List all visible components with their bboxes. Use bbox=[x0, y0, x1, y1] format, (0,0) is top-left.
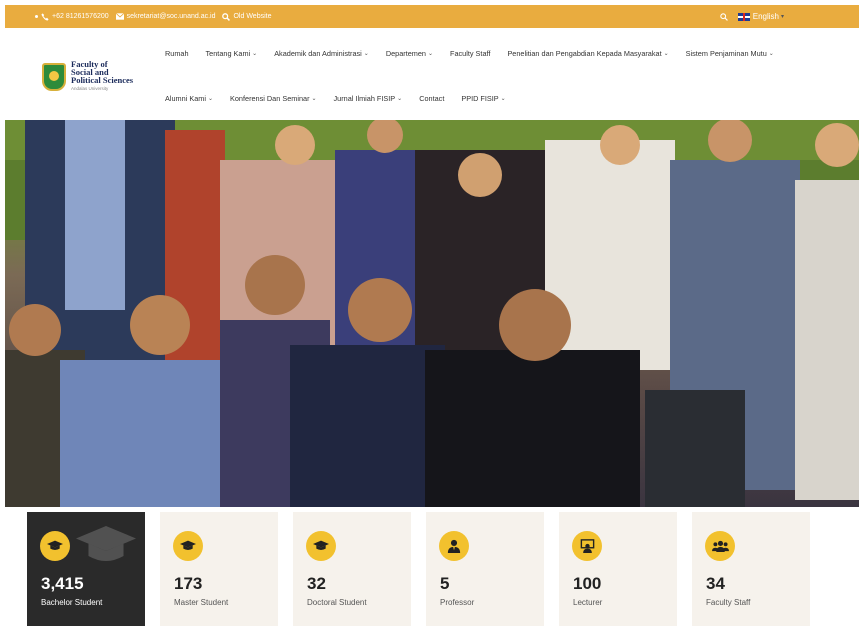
chevron-down-icon: ⌄ bbox=[207, 96, 213, 102]
stat-label: Doctoral Student bbox=[307, 598, 367, 607]
bullet-icon bbox=[35, 15, 38, 18]
email-link[interactable]: sekretariat@soc.unand.ac.id bbox=[115, 13, 216, 20]
graduation-cap-icon bbox=[173, 531, 203, 561]
stat-label: Lecturer bbox=[573, 598, 603, 607]
nav-item-ppid[interactable]: PPID FISIP ⌄ bbox=[461, 94, 505, 103]
stat-card-lecturer[interactable]: 100 Lecturer bbox=[559, 512, 677, 626]
faculty-logo[interactable]: Faculty of Social and Political Sciences… bbox=[42, 60, 133, 93]
chevron-down-icon: ⌄ bbox=[663, 51, 669, 57]
nav-label: Sistem Penjaminan Mutu bbox=[685, 49, 767, 58]
main-nav-row-1: Rumah Tentang Kami ⌄ Akademik dan Adminis… bbox=[165, 49, 791, 58]
stat-value: 100 bbox=[573, 574, 602, 593]
nav-label: Akademik dan Administrasi bbox=[274, 49, 362, 58]
chalkboard-teacher-icon bbox=[572, 531, 602, 561]
university-seal-icon bbox=[42, 62, 66, 91]
logo-text: Faculty of Social and Political Sciences… bbox=[71, 60, 133, 93]
hero-image-students bbox=[5, 120, 859, 507]
chevron-down-icon: ⌄ bbox=[500, 96, 506, 102]
envelope-icon bbox=[115, 13, 124, 20]
nav-item-contact[interactable]: Contact bbox=[419, 94, 444, 103]
site-header: Faculty of Social and Political Sciences… bbox=[5, 28, 859, 120]
nav-item-penjaminan-mutu[interactable]: Sistem Penjaminan Mutu ⌄ bbox=[686, 49, 774, 58]
stat-value: 34 bbox=[706, 574, 725, 593]
graduation-cap-icon bbox=[306, 531, 336, 561]
nav-item-jurnal[interactable]: Jurnal Ilmiah FISIP ⌄ bbox=[334, 94, 403, 103]
nav-item-konferensi[interactable]: Konferensi Dan Seminar ⌄ bbox=[230, 94, 317, 103]
stat-card-bachelor[interactable]: 3,415 Bachelor Student bbox=[27, 512, 145, 626]
nav-label: PPID FISIP bbox=[461, 94, 499, 103]
logo-subtitle: Andalas University bbox=[71, 86, 109, 91]
stat-label: Faculty Staff bbox=[706, 598, 751, 607]
topbar-right: English ▾ bbox=[720, 5, 784, 28]
stat-card-faculty-staff[interactable]: 34 Faculty Staff bbox=[692, 512, 810, 626]
language-selector[interactable]: English ▾ bbox=[737, 12, 784, 21]
graduation-cap-icon bbox=[40, 531, 70, 561]
search-icon[interactable] bbox=[720, 12, 728, 21]
main-nav-row-2: Alumni Kami ⌄ Konferensi Dan Seminar ⌄ Jur… bbox=[165, 94, 523, 103]
nav-label: Konferensi Dan Seminar bbox=[230, 94, 310, 103]
email-text: sekretariat@soc.unand.ac.id bbox=[126, 13, 216, 20]
nav-item-penelitian[interactable]: Penelitian dan Pengabdian Kepada Masyara… bbox=[507, 49, 668, 58]
chevron-down-icon: ⌄ bbox=[768, 51, 774, 57]
uk-flag-icon bbox=[737, 12, 750, 21]
stat-label: Bachelor Student bbox=[41, 598, 103, 607]
nav-label: Faculty Staff bbox=[450, 49, 491, 58]
logo-line: Political Sciences bbox=[71, 75, 134, 85]
user-tie-icon bbox=[439, 531, 469, 561]
stat-value: 5 bbox=[440, 574, 450, 593]
graduation-cap-watermark-icon bbox=[76, 526, 136, 561]
stat-card-doctoral[interactable]: 32 Doctoral Student bbox=[293, 512, 411, 626]
chevron-down-icon: ⌄ bbox=[252, 51, 258, 57]
nav-item-departemen[interactable]: Departemen ⌄ bbox=[386, 49, 433, 58]
stat-card-master[interactable]: 173 Master Student bbox=[160, 512, 278, 626]
search-icon bbox=[222, 12, 231, 21]
nav-label: Contact bbox=[419, 94, 445, 103]
language-label: English bbox=[752, 12, 779, 21]
stat-label: Master Student bbox=[174, 598, 229, 607]
stat-value: 32 bbox=[307, 574, 326, 593]
hero-photo-illustration bbox=[5, 120, 859, 507]
stat-value: 3,415 bbox=[41, 574, 84, 593]
phone-text: +62 81261576200 bbox=[52, 13, 109, 20]
old-website-text: Old Website bbox=[233, 13, 272, 20]
chevron-down-icon: ⌄ bbox=[363, 51, 369, 57]
phone-link[interactable]: +62 81261576200 bbox=[41, 12, 109, 21]
stat-card-professor[interactable]: 5 Professor bbox=[426, 512, 544, 626]
nav-label: Jurnal Ilmiah FISIP bbox=[333, 94, 396, 103]
chevron-down-icon: ⌄ bbox=[311, 96, 317, 102]
stat-label: Professor bbox=[440, 598, 475, 607]
nav-label: Departemen bbox=[385, 49, 426, 58]
chevron-down-icon: ⌄ bbox=[397, 96, 403, 102]
top-bar: +62 81261576200 sekretariat@soc.unand.ac… bbox=[5, 5, 859, 28]
stat-value: 173 bbox=[174, 574, 203, 593]
phone-icon bbox=[41, 12, 49, 21]
chevron-down-icon: ▾ bbox=[780, 14, 784, 20]
nav-item-akademik[interactable]: Akademik dan Administrasi ⌄ bbox=[274, 49, 369, 58]
nav-item-alumni[interactable]: Alumni Kami ⌄ bbox=[165, 94, 213, 103]
nav-label: Alumni Kami bbox=[165, 94, 206, 103]
old-website-link[interactable]: Old Website bbox=[222, 12, 272, 21]
users-icon bbox=[705, 531, 735, 561]
chevron-down-icon: ⌄ bbox=[427, 51, 434, 57]
nav-item-faculty-staff[interactable]: Faculty Staff bbox=[450, 49, 490, 58]
nav-item-rumah[interactable]: Rumah bbox=[165, 49, 189, 58]
nav-label: Rumah bbox=[165, 49, 189, 58]
nav-item-tentang-kami[interactable]: Tentang Kami ⌄ bbox=[206, 49, 258, 58]
nav-label: Tentang Kami bbox=[205, 49, 251, 58]
statistics-section: 3,415 Bachelor Student 173 Master Studen… bbox=[0, 512, 859, 626]
nav-label: Penelitian dan Pengabdian Kepada Masyara… bbox=[507, 49, 662, 58]
